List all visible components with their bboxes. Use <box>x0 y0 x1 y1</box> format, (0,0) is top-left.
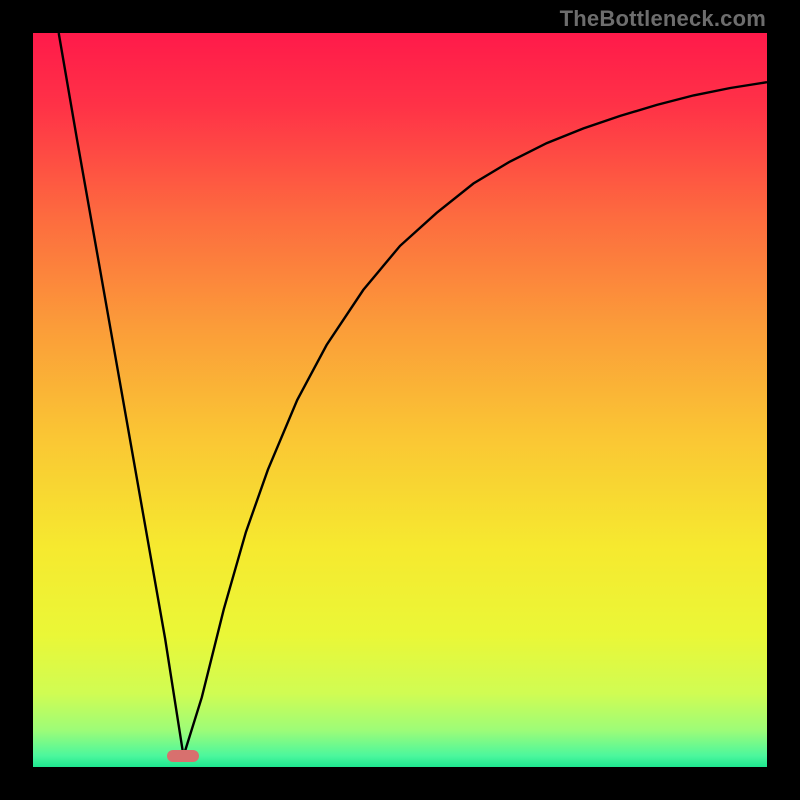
chart-frame: TheBottleneck.com <box>0 0 800 800</box>
plot-area <box>33 33 767 767</box>
curve-path <box>59 33 767 756</box>
optimum-marker <box>167 750 199 762</box>
watermark-text: TheBottleneck.com <box>560 6 766 32</box>
bottleneck-curve <box>33 33 767 767</box>
